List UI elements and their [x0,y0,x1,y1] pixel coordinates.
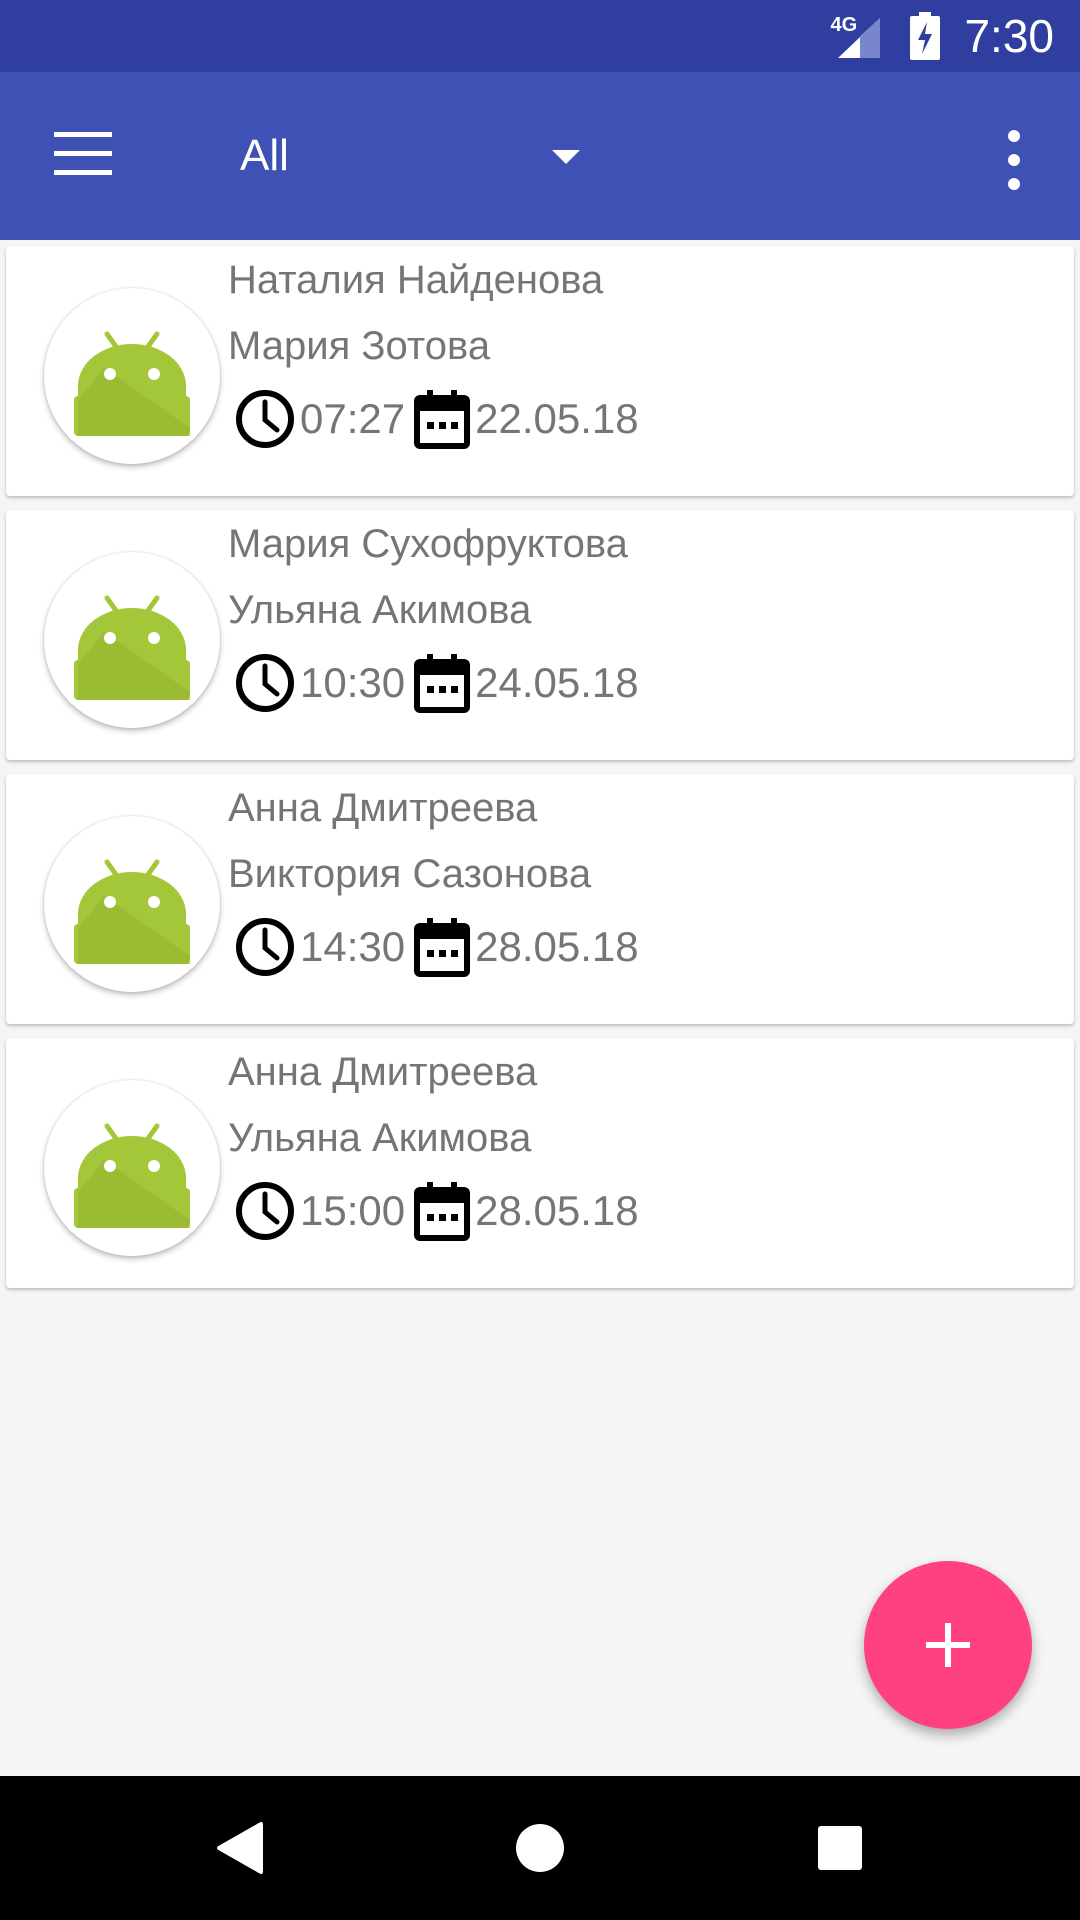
clock-icon [236,918,294,976]
specialist-name: Мария Зотова [228,324,491,368]
filter-value: All [240,131,289,180]
back-icon [217,1822,263,1874]
list-item[interactable]: Анна Дмитреева Виктория Сазонова 14:30 2… [6,774,1074,1024]
appointment-meta: 10:30 24.05.18 [234,650,639,716]
client-name: Анна Дмитреева [228,786,538,830]
calendar-icon [414,1182,471,1241]
android-icon [74,331,190,436]
plus-icon [926,1623,970,1667]
client-name: Анна Дмитреева [228,1050,538,1094]
calendar-icon [414,654,471,713]
appointment-date: 28.05.18 [475,1187,639,1234]
system-navigation-bar [0,1776,1080,1920]
signal-icon [838,18,881,58]
avatar [44,552,220,728]
specialist-name: Ульяна Акимова [228,588,532,632]
add-button[interactable] [864,1561,1032,1729]
clock-icon [236,1182,294,1240]
client-name: Наталия Найденова [228,258,604,302]
appointment-time: 07:27 [300,395,406,442]
appointment-date: 24.05.18 [475,659,639,706]
appointment-time: 14:30 [300,923,406,970]
home-button[interactable] [468,1776,612,1920]
clock-time: 7:30 [964,10,1054,62]
battery-charging-icon [910,12,941,60]
appointment-time: 15:00 [300,1187,406,1234]
appointment-date: 22.05.18 [475,395,639,442]
hamburger-menu-icon[interactable] [54,132,112,180]
network-indicator: 4G [830,14,886,58]
calendar-icon [414,918,471,977]
recents-button[interactable] [768,1776,912,1920]
recents-icon [818,1826,862,1870]
appointment-date: 28.05.18 [475,923,639,970]
back-button[interactable] [168,1776,312,1920]
list-item[interactable]: Мария Сухофруктова Ульяна Акимова 10:30 … [6,510,1074,760]
clock-icon [236,390,294,448]
appointment-meta: 14:30 28.05.18 [234,914,639,980]
list-item[interactable]: Анна Дмитреева Ульяна Акимова 15:00 28.0… [6,1038,1074,1288]
home-icon [516,1824,564,1872]
avatar [44,816,220,992]
list-item[interactable]: Наталия Найденова Мария Зотова 07:27 22.… [6,246,1074,496]
android-icon [74,595,190,700]
specialist-name: Виктория Сазонова [228,852,592,896]
app-toolbar: All [0,72,1080,240]
avatar [44,1080,220,1256]
dropdown-arrow-icon [552,150,580,164]
calendar-icon [414,390,471,449]
android-icon [74,1123,190,1228]
appointment-meta: 07:27 22.05.18 [234,386,639,452]
overflow-menu-icon[interactable] [1000,130,1028,190]
avatar [44,288,220,464]
filter-spinner[interactable]: All [240,122,600,190]
appointment-time: 10:30 [300,659,406,706]
specialist-name: Ульяна Акимова [228,1116,532,1160]
android-icon [74,859,190,964]
clock-icon [236,654,294,712]
client-name: Мария Сухофруктова [228,522,628,566]
appointment-meta: 15:00 28.05.18 [234,1178,639,1244]
status-bar: 4G 7:30 [0,0,1080,72]
